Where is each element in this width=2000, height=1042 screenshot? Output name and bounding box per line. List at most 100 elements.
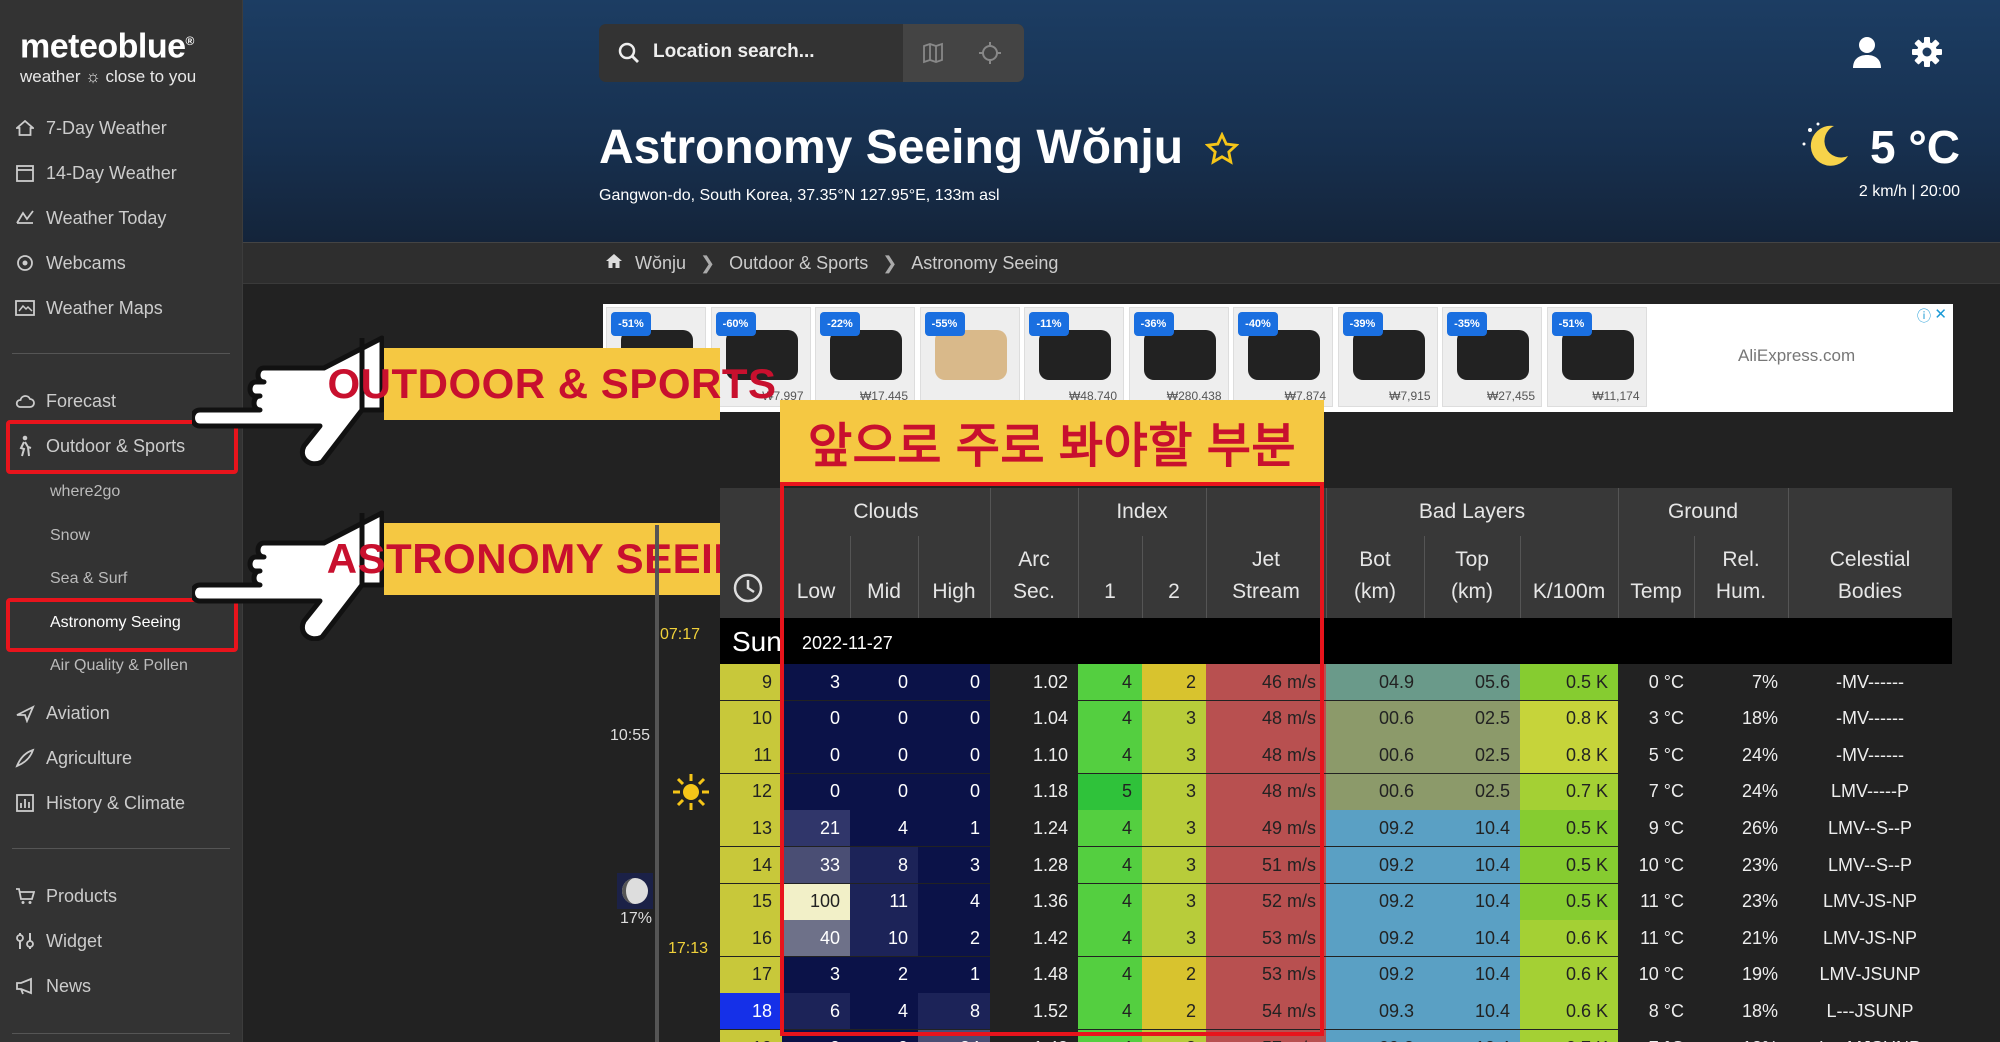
cell-bad-layer-k: 0.8 K (1520, 700, 1618, 737)
sidebar-item-agriculture[interactable]: Agriculture (14, 740, 132, 776)
cell-bad-layer-top: 10.4 (1424, 1030, 1520, 1042)
widget-icon (14, 930, 36, 952)
map-book-icon[interactable] (921, 41, 945, 70)
sidebar-item-14-day-weather[interactable]: 14-Day Weather (14, 155, 177, 191)
ad-product[interactable]: -40% ₩7,874 (1233, 307, 1333, 407)
ad-product[interactable]: -22% ₩17,445 (815, 307, 915, 407)
chevron-right-icon: ❯ (700, 253, 716, 273)
column-header-top[interactable]: Top (km) (1424, 544, 1520, 608)
sidebar-item-products[interactable]: Products (14, 878, 117, 914)
sidebar-subitem-snow[interactable]: Snow (50, 519, 90, 553)
ad-product-image (1561, 330, 1634, 380)
group-header-ground: Ground (1667, 500, 1739, 523)
cell-hour: 16 (720, 920, 782, 957)
ad-product[interactable]: -11% ₩48,740 (1024, 307, 1124, 407)
ad-price: ₩7,915 (1389, 389, 1431, 403)
cell-rel-hum: 24% (1694, 737, 1788, 774)
cell-bad-layer-top: 10.4 (1424, 956, 1520, 993)
sidebar-subitem-sea-surf[interactable]: Sea & Surf (50, 562, 127, 596)
ad-product-image (1457, 330, 1529, 380)
ad-price: ₩27,455 (1486, 389, 1535, 403)
cell-rel-hum: 19% (1694, 956, 1788, 993)
settings-gear-icon[interactable] (1911, 36, 1943, 73)
cell-ground-temp: 5 °C (1618, 737, 1694, 774)
home-icon[interactable] (605, 253, 623, 274)
header-divider (1618, 488, 1619, 618)
cell-hour: 10 (720, 700, 782, 737)
cell-bad-layer-bot: 09.2 (1326, 883, 1424, 920)
breadcrumb-astronomy-seeing[interactable]: Astronomy Seeing (911, 253, 1058, 274)
ad-discount-badge: -22% (820, 312, 860, 336)
cell-celestial-bodies: LMV-JS-NP (1788, 883, 1952, 920)
sidebar-item-weather-maps[interactable]: Weather Maps (14, 290, 163, 326)
sidebar-item-widget[interactable]: Widget (14, 923, 102, 959)
sun-icon (672, 773, 710, 816)
cell-bad-layer-bot: 04.9 (1326, 664, 1424, 700)
cell-bad-layer-k: 0.6 K (1520, 956, 1618, 993)
cell-bad-layer-top: 10.4 (1424, 993, 1520, 1030)
ad-product-image (1143, 330, 1216, 380)
cell-bad-layer-top: 02.5 (1424, 737, 1520, 774)
logo-text: meteoblue® (20, 27, 194, 66)
callout-astronomy-seeing: ASTRONOMY SEEING (327, 523, 777, 595)
ad-product[interactable]: -39% ₩7,915 (1337, 307, 1438, 407)
map-icon (14, 297, 36, 319)
header-divider (1694, 536, 1695, 618)
sidebar-item-7-day-weather[interactable]: 7-Day Weather (14, 110, 167, 146)
cell-hour: 9 (720, 664, 782, 700)
logo[interactable]: meteoblue® weather ☼ close to you (20, 22, 196, 87)
search-input[interactable]: Location search... (653, 41, 815, 63)
sidebar-item-news[interactable]: News (14, 968, 91, 1004)
cell-rel-hum: 18% (1694, 993, 1788, 1030)
cell-bad-layer-k: 0.6 K (1520, 920, 1618, 957)
group-header-bad_layers: Bad Layers (1418, 500, 1526, 523)
column-header-cel[interactable]: Celestial Bodies (1788, 544, 1952, 608)
ad-product[interactable]: -55% (919, 307, 1020, 407)
header: Location search... Astronomy Seeing Wŏnj… (243, 0, 2000, 242)
cell-rel-hum: 7% (1694, 664, 1788, 700)
sidebar-item-forecast[interactable]: Forecast (14, 383, 116, 419)
column-header-k[interactable]: K/100m (1520, 576, 1618, 608)
ad-close-icon[interactable]: ✕ (1934, 305, 1947, 323)
column-header-temp[interactable]: Temp (1618, 576, 1694, 608)
sidebar-item-label: Webcams (46, 252, 126, 273)
column-header-rh[interactable]: Rel. Hum. (1694, 544, 1788, 608)
search-tools (903, 24, 1024, 82)
breadcrumb-wonju[interactable]: Wŏnju (635, 253, 686, 274)
cell-bad-layer-top: 10.4 (1424, 847, 1520, 883)
logo-tagline: weather ☼ close to you (20, 67, 197, 87)
cell-hour: 19 (720, 1030, 782, 1042)
user-icon[interactable] (1852, 36, 1882, 73)
sidebar-item-history-climate[interactable]: History & Climate (14, 785, 185, 821)
favorite-star-icon[interactable] (1204, 123, 1240, 178)
cell-bad-layer-top: 02.5 (1424, 773, 1520, 810)
ad-product[interactable]: -36% ₩280,438 (1128, 307, 1229, 407)
locate-icon[interactable] (978, 41, 1002, 70)
plane-icon (14, 702, 36, 724)
ad-product[interactable]: -35% ₩27,455 (1442, 307, 1542, 407)
sidebar-item-label: Forecast (46, 390, 117, 411)
sidebar-subitem-where2go[interactable]: where2go (50, 475, 120, 509)
sidebar-subitem-air-quality-pollen[interactable]: Air Quality & Pollen (50, 649, 188, 683)
ad-brand[interactable]: AliExpress.com (1738, 346, 1855, 366)
ad-product[interactable]: -51% ₩11,174 (1546, 307, 1647, 407)
breadcrumb-outdoor-sports[interactable]: Outdoor & Sports (729, 253, 868, 274)
cell-hour: 15 (720, 883, 782, 920)
sidebar-item-webcams[interactable]: Webcams (14, 245, 126, 281)
cell-hour: 13 (720, 810, 782, 847)
walk-icon (14, 207, 36, 229)
sidebar-item-weather-today[interactable]: Weather Today (14, 200, 166, 236)
cell-bad-layer-bot: 09.2 (1326, 847, 1424, 883)
cell-ground-temp: 11 °C (1618, 883, 1694, 920)
cell-bad-layer-bot: 00.6 (1326, 737, 1424, 774)
ad-info-icon[interactable]: ⓘ (1917, 306, 1931, 326)
search-bar[interactable]: Location search... (599, 24, 1024, 82)
cell-ground-temp: 9 °C (1618, 810, 1694, 847)
noon-time: 10:55 (610, 727, 651, 744)
cell-hour: 11 (720, 737, 782, 774)
sidebar-item-aviation[interactable]: Aviation (14, 695, 110, 731)
column-header-bot[interactable]: Bot (km) (1326, 544, 1424, 608)
megaphone-icon (14, 975, 36, 997)
advertisement-banner[interactable]: -51%₩2,394-60%₩7,997-22%₩17,445-55%-11%₩… (603, 304, 1953, 412)
sidebar-item-label: Products (46, 885, 118, 906)
